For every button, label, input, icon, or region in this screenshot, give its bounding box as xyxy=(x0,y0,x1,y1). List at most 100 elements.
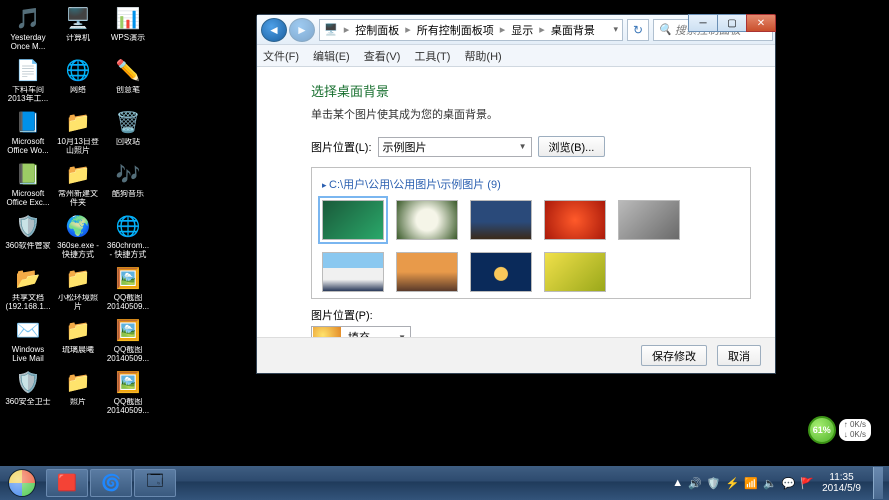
menu-help[interactable]: 帮助(H) xyxy=(464,48,501,64)
start-button[interactable] xyxy=(2,467,42,499)
wallpaper-thumbnail[interactable] xyxy=(618,200,680,240)
wallpaper-thumbnail[interactable] xyxy=(544,200,606,240)
wallpaper-thumbnail[interactable] xyxy=(470,252,532,292)
file-icon: 📊 xyxy=(114,4,142,32)
battery-widget[interactable]: 61% ↑ 0K/s ↓ 0K/s xyxy=(808,416,871,444)
wallpaper-thumbnail[interactable] xyxy=(322,252,384,292)
breadcrumb[interactable]: 🖥️ ▸ 控制面板 ▸ 所有控制面板项 ▸ 显示 ▸ 桌面背景 ▾ xyxy=(319,19,623,41)
desktop-icon[interactable]: 📁 小松环境照片 xyxy=(54,264,102,312)
desktop-icon-label: 360安全卫士 xyxy=(5,398,50,407)
tray-icon[interactable]: 💬 xyxy=(782,477,796,490)
desktop-icon[interactable]: 🌐 网络 xyxy=(54,56,102,104)
dialog-content: 选择桌面背景 单击某个图片使其成为您的桌面背景。 图片位置(L): 示例图片 ▼… xyxy=(257,67,775,337)
breadcrumb-item[interactable]: 显示 xyxy=(511,22,533,38)
breadcrumb-item[interactable]: 控制面板 xyxy=(355,22,399,38)
tray-icon[interactable]: ▲ xyxy=(672,477,683,489)
file-icon: 🗑️ xyxy=(114,108,142,136)
desktop-icon[interactable]: ✏️ 创意笔 xyxy=(104,56,152,104)
desktop-icon-label: 360se.exe - 快捷方式 xyxy=(55,242,101,260)
tray-icon[interactable]: 🔊 xyxy=(688,477,702,490)
desktop-icon[interactable]: 📁 10月13日登山照片 xyxy=(54,108,102,156)
clock-date: 2014/5/9 xyxy=(822,483,861,495)
file-icon: 📁 xyxy=(64,368,92,396)
desktop-icon[interactable]: 🖼️ QQ截图20140509... xyxy=(104,316,152,364)
page-heading: 选择桌面背景 xyxy=(311,81,751,100)
desktop-icon[interactable]: 🌐 360chrom... - 快捷方式 xyxy=(104,212,152,260)
desktop-icon[interactable]: ✉️ Windows Live Mail xyxy=(4,316,52,364)
desktop-icon[interactable]: 📁 照片 xyxy=(54,368,102,416)
desktop-icon-label: Windows Live Mail xyxy=(5,346,51,364)
tray-icon[interactable]: ⚡ xyxy=(726,477,740,490)
picture-position-combo[interactable]: 填充 ▼ xyxy=(311,326,411,337)
menu-edit[interactable]: 编辑(E) xyxy=(313,48,350,64)
browse-button[interactable]: 浏览(B)... xyxy=(538,136,606,157)
wallpaper-thumbnail[interactable] xyxy=(544,252,606,292)
desktop-icon[interactable]: 📁 常州新建文件夹 xyxy=(54,160,102,208)
refresh-button[interactable]: ↻ xyxy=(627,19,649,41)
nav-forward-button[interactable]: ► xyxy=(289,18,315,42)
file-icon: 🌐 xyxy=(114,212,142,240)
battery-percent: 61% xyxy=(808,416,836,444)
gallery-path[interactable]: C:\用户\公用\公用图片\示例图片 (9) xyxy=(322,176,740,192)
menu-tools[interactable]: 工具(T) xyxy=(414,48,450,64)
desktop-icon[interactable]: 🖼️ QQ截图20140509... xyxy=(104,368,152,416)
menu-view[interactable]: 查看(V) xyxy=(364,48,401,64)
desktop-icon-label: 小松环境照片 xyxy=(55,294,101,312)
minimize-button[interactable]: ─ xyxy=(688,14,718,32)
file-icon: 📁 xyxy=(64,108,92,136)
desktop-icon[interactable]: 📁 琉璃晨曦 xyxy=(54,316,102,364)
clock-time: 11:35 xyxy=(822,472,861,484)
desktop-icon[interactable]: 🎶 酷狗音乐 xyxy=(104,160,152,208)
breadcrumb-item[interactable]: 桌面背景 xyxy=(551,22,595,38)
system-tray: ▲ 🔊 🛡️ ⚡ 📶 🔈 💬 🚩 11:35 2014/5/9 xyxy=(672,467,887,499)
desktop-icon[interactable]: 🛡️ 360软件管家 xyxy=(4,212,52,260)
wallpaper-thumbnail[interactable] xyxy=(470,200,532,240)
show-desktop-button[interactable] xyxy=(873,467,883,499)
wallpaper-thumbnail[interactable] xyxy=(322,200,384,240)
picture-location-combo[interactable]: 示例图片 ▼ xyxy=(378,137,532,157)
desktop-icon[interactable]: 📂 共享文档(192.168.1... xyxy=(4,264,52,312)
desktop-icon[interactable]: 🎵 Yesterday Once M... xyxy=(4,4,52,52)
desktop-icon[interactable]: 🗑️ 回收站 xyxy=(104,108,152,156)
desktop-icon[interactable]: 🖼️ QQ截图20140509... xyxy=(104,264,152,312)
wallpaper-thumbnail[interactable] xyxy=(396,252,458,292)
close-button[interactable]: ✕ xyxy=(746,14,776,32)
desktop-icon[interactable]: 📊 WPS演示 xyxy=(104,4,152,52)
desktop-background-dialog: ─ ▢ ✕ ◄ ► 🖥️ ▸ 控制面板 ▸ 所有控制面板项 ▸ 显示 ▸ 桌面背… xyxy=(256,14,776,374)
file-icon: 🖼️ xyxy=(114,368,142,396)
tray-icon[interactable]: 🚩 xyxy=(800,477,814,490)
nav-back-button[interactable]: ◄ xyxy=(261,18,287,42)
taskbar-item[interactable]: 🌀 xyxy=(90,469,132,497)
tray-icon[interactable]: 🔈 xyxy=(763,477,777,490)
file-icon: 📂 xyxy=(14,264,42,292)
file-icon: 🌐 xyxy=(64,56,92,84)
taskbar-item[interactable]: 🗔 xyxy=(134,469,176,497)
desktop-icon-label: Microsoft Office Wo... xyxy=(5,138,51,156)
file-icon: 🖥️ xyxy=(64,4,92,32)
dialog-footer: 保存修改 取消 xyxy=(257,337,775,373)
desktop-icon[interactable]: 📄 下料车间2013年工... xyxy=(4,56,52,104)
cancel-button[interactable]: 取消 xyxy=(717,345,761,366)
desktop-icon[interactable]: 🌍 360se.exe - 快捷方式 xyxy=(54,212,102,260)
picture-location-label: 图片位置(L): xyxy=(311,139,372,155)
file-icon: 🌍 xyxy=(64,212,92,240)
desktop-icon[interactable]: 📘 Microsoft Office Wo... xyxy=(4,108,52,156)
save-changes-button[interactable]: 保存修改 xyxy=(641,345,707,366)
menu-file[interactable]: 文件(F) xyxy=(263,48,299,64)
breadcrumb-item[interactable]: 所有控制面板项 xyxy=(417,22,494,38)
search-icon: 🔍 xyxy=(658,23,672,36)
taskbar-item[interactable]: 🟥 xyxy=(46,469,88,497)
desktop-icon[interactable]: 📗 Microsoft Office Exc... xyxy=(4,160,52,208)
file-icon: 🛡️ xyxy=(14,212,42,240)
tray-icon[interactable]: 🛡️ xyxy=(707,477,721,490)
wallpaper-thumbnail[interactable] xyxy=(396,200,458,240)
file-icon: 🛡️ xyxy=(14,368,42,396)
desktop-icon-label: 360chrom... - 快捷方式 xyxy=(105,242,151,260)
taskbar-clock[interactable]: 11:35 2014/5/9 xyxy=(822,472,861,495)
tray-icon[interactable]: 📶 xyxy=(744,477,758,490)
maximize-button[interactable]: ▢ xyxy=(717,14,747,32)
desktop-icon[interactable]: 🖥️ 计算机 xyxy=(54,4,102,52)
picture-position-label: 图片位置(P): xyxy=(311,307,751,323)
desktop-icon[interactable]: 🛡️ 360安全卫士 xyxy=(4,368,52,416)
breadcrumb-dropdown-icon[interactable]: ▾ xyxy=(613,24,618,35)
